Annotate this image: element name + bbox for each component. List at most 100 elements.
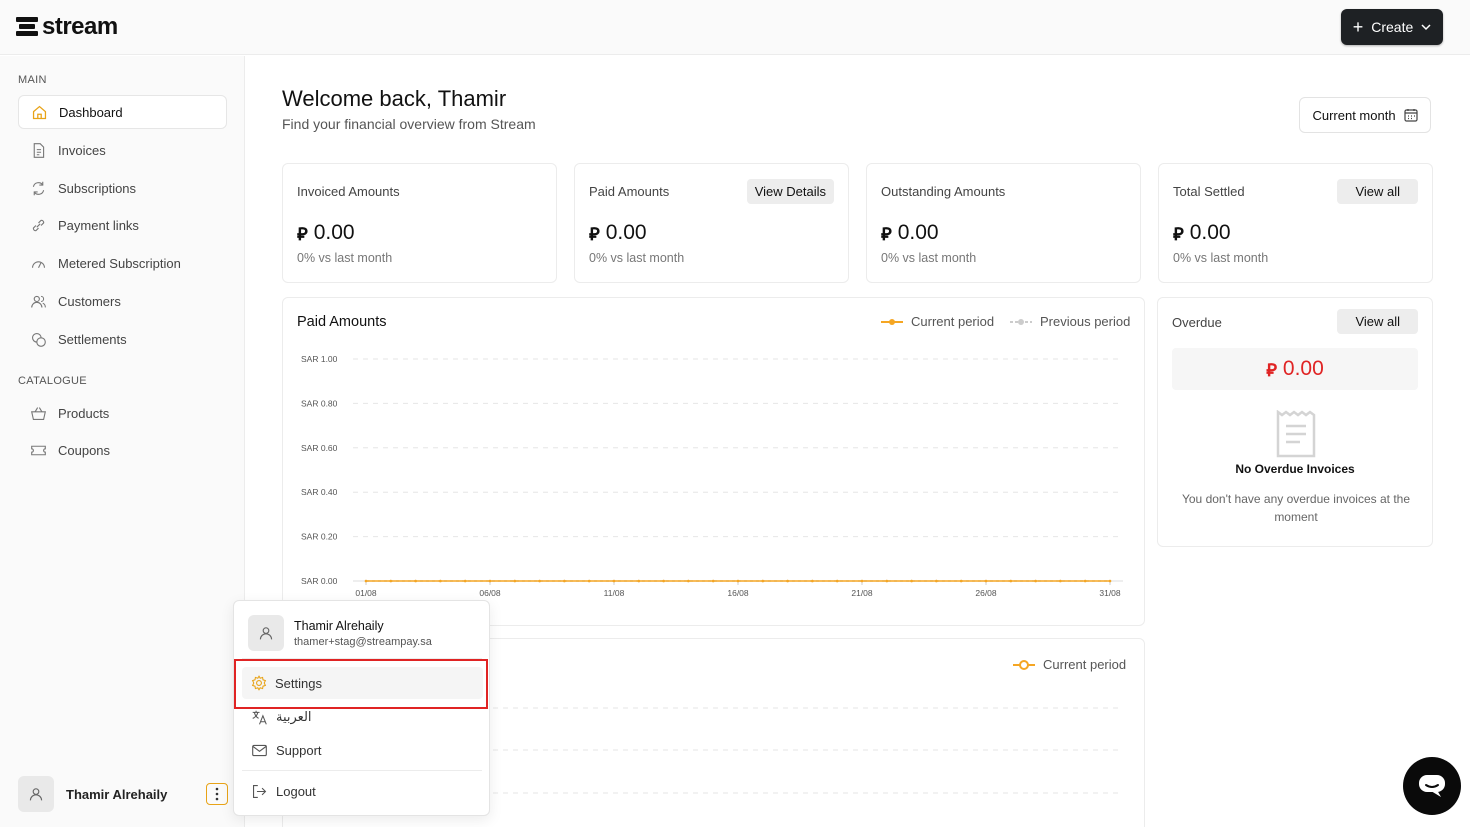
data-point	[637, 579, 641, 583]
view-all-button[interactable]: View all	[1337, 179, 1418, 204]
data-point	[860, 579, 864, 583]
card-delta: 0% vs last month	[1173, 251, 1269, 265]
popup-user-email: thamer+stag@streampay.sa	[294, 635, 432, 648]
chat-support-button[interactable]	[1403, 757, 1461, 815]
data-point	[612, 579, 616, 583]
card-outstanding-amounts: Outstanding Amounts ⃁ 0.00 0% vs last mon…	[866, 163, 1141, 283]
plus-icon: +	[1352, 17, 1364, 37]
sidebar-item-products[interactable]: Products	[18, 396, 227, 430]
sidebar-item-customers[interactable]: Customers	[18, 284, 227, 318]
section-label-catalogue: CATALOGUE	[18, 375, 87, 387]
card-amount: ⃁ 0.00	[881, 221, 939, 245]
y-tick-label: SAR 0.80	[301, 398, 338, 408]
card-title: Outstanding Amounts	[881, 184, 1006, 199]
coins-icon	[31, 332, 46, 347]
period-selector[interactable]: Current month	[1299, 97, 1431, 133]
x-tick-label: 01/08	[355, 588, 377, 598]
y-tick-label: SAR 0.40	[301, 487, 338, 497]
card-amount: ⃁ 0.00	[1173, 221, 1231, 245]
card-title: Paid Amounts	[589, 184, 670, 199]
link-icon	[32, 219, 45, 231]
data-point	[687, 579, 690, 583]
menu-item-logout[interactable]: Logout	[242, 775, 483, 807]
card-delta: 0% vs last month	[589, 251, 685, 265]
data-point	[935, 579, 938, 583]
card-delta: 0% vs last month	[881, 251, 977, 265]
top-bar: stream + Create	[0, 0, 1470, 55]
settings-highlight-box	[234, 659, 488, 709]
riyal-icon: ⃁	[881, 223, 892, 244]
sidebar-user[interactable]: Thamir Alrehaily	[18, 775, 228, 813]
data-point	[736, 579, 740, 583]
data-point	[910, 579, 913, 583]
card-paid-amounts: Paid Amounts View Details ⃁ 0.00 0% vs la…	[574, 163, 849, 283]
calendar-icon	[1403, 109, 1418, 122]
riyal-icon: ⃁	[1266, 359, 1277, 380]
more-options-button[interactable]	[206, 783, 228, 805]
menu-item-label: Support	[276, 742, 322, 758]
sidebar-item-dashboard[interactable]: Dashboard	[18, 95, 227, 129]
create-label: Create	[1371, 19, 1414, 35]
x-tick-label: 21/08	[851, 588, 873, 598]
overdue-panel: Overdue View all ⃁ 0.00 No Overdue Invoi…	[1157, 297, 1433, 547]
sidebar-user-name: Thamir Alrehaily	[66, 786, 168, 802]
x-tick-label: 31/08	[1099, 588, 1121, 598]
y-tick-label: SAR 1.00	[301, 354, 338, 364]
home-icon	[32, 105, 47, 119]
data-point	[1083, 579, 1087, 583]
receipt-icon	[1276, 410, 1316, 458]
y-tick-label: SAR 0.60	[301, 443, 338, 453]
period-label: Current month	[1312, 107, 1396, 123]
invoice-icon	[33, 142, 45, 158]
card-title: Invoiced Amounts	[297, 184, 400, 199]
card-title: Total Settled	[1173, 184, 1245, 199]
data-point	[587, 579, 591, 583]
sidebar-item-settlements[interactable]: Settlements	[18, 322, 227, 356]
menu-item-label: Logout	[276, 783, 316, 799]
x-tick-label: 11/08	[604, 588, 625, 598]
view-details-button[interactable]: View Details	[746, 179, 834, 204]
sidebar-item-metered-subscription[interactable]: Metered Subscription	[18, 246, 227, 280]
translate-icon	[252, 710, 267, 724]
sidebar-item-payment-links[interactable]: Payment links	[18, 208, 227, 242]
sidebar-item-label: Payment links	[58, 217, 139, 233]
riyal-icon: ⃁	[297, 223, 308, 244]
riyal-icon: ⃁	[589, 223, 600, 244]
user-icon	[259, 627, 273, 640]
x-tick-label: 26/08	[975, 588, 997, 598]
data-point	[811, 579, 814, 583]
sidebar-item-label: Dashboard	[59, 104, 123, 120]
data-point	[463, 579, 467, 583]
sidebar-item-label: Products	[58, 405, 110, 421]
data-point	[662, 579, 665, 583]
data-point	[984, 579, 988, 583]
stream-logo[interactable]: stream	[16, 13, 118, 41]
create-button[interactable]: + Create	[1341, 9, 1443, 45]
logout-icon	[252, 784, 267, 798]
users-icon	[31, 295, 46, 308]
basket-icon	[31, 406, 46, 420]
ticket-icon	[31, 445, 46, 455]
avatar	[248, 615, 284, 651]
overdue-amount: ⃁ 0.00	[1172, 348, 1418, 390]
sidebar-item-subscriptions[interactable]: Subscriptions	[18, 171, 227, 205]
gauge-icon	[31, 260, 46, 268]
sidebar-item-label: Coupons	[58, 442, 111, 458]
paid-amounts-chart: SAR 1.00 SAR 0.80 SAR 0.60 SAR 0.40 SAR 0.20…	[301, 354, 1123, 598]
page-subtitle: Find your financial overview from Stream	[282, 116, 536, 132]
menu-item-support[interactable]: Support	[242, 734, 483, 766]
sidebar-item-invoices[interactable]: Invoices	[18, 133, 227, 167]
card-amount-value: 0.00	[313, 221, 355, 244]
data-point	[1009, 579, 1013, 583]
popup-user-info: Thamir Alrehaily thamer+stag@streampay.s…	[248, 615, 432, 651]
card-delta: 0% vs last month	[297, 251, 393, 265]
data-point	[1034, 579, 1037, 583]
logo-text: stream	[42, 13, 118, 40]
stream-logo-icon	[16, 17, 38, 37]
section-label-main: MAIN	[18, 74, 47, 86]
overdue-view-all-button[interactable]: View all	[1337, 309, 1418, 334]
riyal-icon: ⃁	[1173, 223, 1184, 244]
x-tick-label: 06/08	[479, 588, 501, 598]
sidebar-item-coupons[interactable]: Coupons	[18, 433, 227, 467]
overdue-title: Overdue	[1172, 315, 1222, 330]
